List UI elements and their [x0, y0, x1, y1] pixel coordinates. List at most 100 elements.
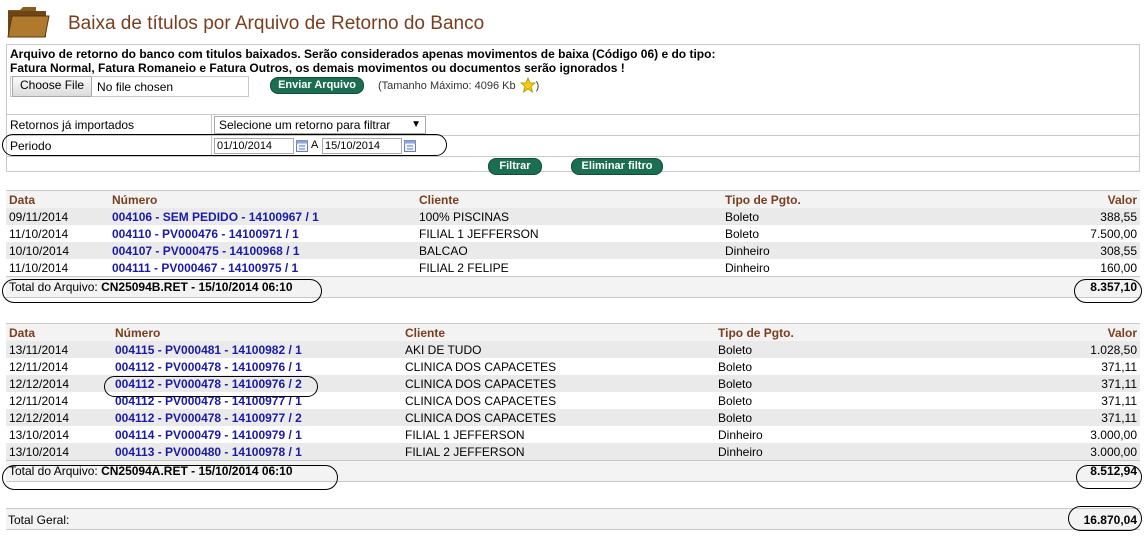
table-row: 11/10/2014 004111 - PV000467 - 14100975 … — [6, 259, 1140, 277]
file-picker[interactable]: Choose File No file chosen — [10, 76, 249, 97]
chevron-down-icon: ▼ — [411, 119, 421, 130]
total-prefix: Total do Arquivo: — [9, 464, 98, 478]
table-row: 10/10/2014 004107 - PV000475 - 14100968 … — [6, 242, 1140, 259]
returns-filter-row: Retornos já importados Selecione um reto… — [7, 114, 1139, 135]
returns-select[interactable]: Selecione um retorno para filtrar ▼ — [214, 116, 426, 134]
cell-tipo: Boleto — [715, 409, 975, 426]
cell-numero-link[interactable]: 004112 - PV000478 - 14100976 / 1 — [112, 358, 402, 375]
cell-data: 12/11/2014 — [9, 359, 69, 374]
results-file-1: Data Número Cliente Tipo de Pgto. Valor … — [6, 190, 1140, 298]
file-total-label: Total do Arquivo: CN25094B.RET - 15/10/2… — [6, 276, 982, 298]
cell-cliente: CLINICA DOS CAPACETES — [402, 409, 715, 426]
cell-cliente: CLINICA DOS CAPACETES — [402, 375, 715, 392]
send-file-button[interactable]: Enviar Arquivo — [270, 77, 364, 94]
max-size-text: (Tamanho Máximo: 4096 Kb ) — [378, 77, 539, 93]
file-total-value: 8.512,94 — [975, 460, 1140, 482]
cell-tipo: Boleto — [718, 393, 753, 408]
col-header-numero: Número — [112, 323, 402, 341]
cell-valor: 308,55 — [982, 242, 1140, 259]
col-header-valor: Valor — [975, 323, 1140, 341]
cell-cliente: CLINICA DOS CAPACETES — [405, 359, 557, 374]
col-header-valor: Valor — [982, 190, 1140, 208]
cell-cliente: 100% PISCINAS — [416, 208, 722, 225]
table-row: 12/11/2014 004112 - PV000478 - 14100977 … — [6, 392, 1140, 409]
cell-numero-link[interactable]: 004113 - PV000480 - 14100978 / 1 — [112, 443, 402, 461]
cell-cliente: FILIAL 1 JEFFERSON — [405, 427, 525, 442]
calendar-icon[interactable] — [296, 139, 308, 152]
results-table: Data Número Cliente Tipo de Pgto. Valor … — [6, 323, 1140, 482]
filter-button[interactable]: Filtrar — [488, 158, 542, 175]
table-row: 13/11/2014 004115 - PV000481 - 14100982 … — [6, 341, 1140, 358]
date-to-input[interactable]: 15/10/2014 — [322, 138, 402, 154]
filter-actions-row: Filtrar Eliminar filtro — [7, 156, 1139, 175]
cell-data: 13/10/2014 — [9, 427, 70, 442]
file-status-text: No file chosen — [97, 79, 174, 94]
clear-filter-button[interactable]: Eliminar filtro — [571, 158, 663, 175]
table-row: 13/10/2014 004114 - PV000479 - 14100979 … — [6, 426, 1140, 443]
table-row: 12/12/2014 004112 - PV000478 - 14100977 … — [6, 409, 1140, 426]
cell-valor: 3.000,00 — [1090, 427, 1137, 442]
row-divider — [211, 136, 212, 156]
col-header-cliente: Cliente — [402, 323, 715, 341]
grand-total-label: Total Geral: — [8, 513, 70, 527]
cell-cliente: BALCAO — [416, 242, 722, 259]
row-divider — [211, 115, 212, 135]
cell-numero-link[interactable]: 004106 - SEM PEDIDO - 14100967 / 1 — [109, 208, 416, 225]
table-row: 13/10/2014 004113 - PV000480 - 14100978 … — [6, 443, 1140, 461]
cell-tipo: Boleto — [722, 208, 982, 225]
col-header-data: Data — [6, 323, 112, 341]
cell-numero-link[interactable]: 004112 - PV000478 - 14100977 / 2 — [112, 409, 402, 426]
cell-tipo: Dinheiro — [725, 260, 770, 275]
cell-data: 11/10/2014 — [9, 260, 69, 275]
max-size-label: (Tamanho Máximo: 4096 Kb — [378, 80, 516, 92]
results-file-2: Data Número Cliente Tipo de Pgto. Valor … — [6, 323, 1140, 482]
col-header-data: Data — [6, 190, 109, 208]
cell-data: 09/11/2014 — [6, 208, 109, 225]
cell-tipo: Boleto — [715, 375, 975, 392]
cell-numero-link[interactable]: 004112 - PV000478 - 14100977 / 1 — [112, 392, 402, 409]
grand-total-row: Total Geral: 16.870,04 — [6, 508, 1140, 530]
table-row: 12/11/2014 004112 - PV000478 - 14100976 … — [6, 358, 1140, 375]
cell-data: 12/12/2014 — [6, 375, 112, 392]
cell-valor: 388,55 — [982, 208, 1140, 225]
file-total-value: 8.357,10 — [982, 276, 1140, 298]
table-row: 11/10/2014 004110 - PV000476 - 14100971 … — [6, 225, 1140, 242]
cell-data: 12/11/2014 — [9, 393, 69, 408]
cell-cliente: AKI DE TUDO — [402, 341, 715, 358]
returns-select-value: Selecione um retorno para filtrar — [219, 118, 391, 132]
col-header-numero: Número — [109, 190, 416, 208]
folder-icon — [7, 7, 50, 38]
cell-valor: 371,11 — [1101, 359, 1137, 374]
cell-data: 12/12/2014 — [6, 409, 112, 426]
cell-numero-link[interactable]: 004112 - PV000478 - 14100976 / 2 — [112, 375, 402, 392]
page-header: Baixa de títulos por Arquivo de Retorno … — [6, 4, 1136, 40]
cell-tipo: Boleto — [715, 341, 975, 358]
table-header-row: Data Número Cliente Tipo de Pgto. Valor — [6, 323, 1140, 341]
calendar-icon[interactable] — [404, 139, 416, 152]
table-header-row: Data Número Cliente Tipo de Pgto. Valor — [6, 190, 1140, 208]
cell-tipo: Boleto — [725, 226, 760, 241]
cell-tipo: Dinheiro — [722, 242, 982, 259]
cell-numero-link[interactable]: 004114 - PV000479 - 14100979 / 1 — [112, 426, 402, 443]
cell-tipo: Dinheiro — [718, 427, 763, 442]
cell-data: 13/10/2014 — [6, 443, 112, 461]
col-header-tipo: Tipo de Pgto. — [722, 190, 982, 208]
period-filter-row: Periodo 01/10/2014 A 15/10/2014 — [7, 135, 1139, 156]
cell-valor: 3.000,00 — [975, 443, 1140, 461]
date-from-input[interactable]: 01/10/2014 — [214, 138, 294, 154]
cell-valor: 371,11 — [975, 375, 1140, 392]
cell-numero-link[interactable]: 004110 - PV000476 - 14100971 / 1 — [109, 225, 416, 242]
cell-numero-link[interactable]: 004111 - PV000467 - 14100975 / 1 — [109, 259, 416, 277]
cell-valor: 1.028,50 — [975, 341, 1140, 358]
col-header-cliente: Cliente — [416, 190, 722, 208]
date-range-separator: A — [311, 139, 319, 151]
col-header-tipo: Tipo de Pgto. — [715, 323, 975, 341]
cell-cliente: CLINICA DOS CAPACETES — [405, 393, 557, 408]
cell-cliente: FILIAL 1 JEFFERSON — [419, 226, 539, 241]
info-text-line-1: Arquivo de retorno do banco com titulos … — [10, 47, 716, 61]
star-icon — [519, 77, 536, 93]
cell-valor: 160,00 — [1100, 260, 1137, 275]
cell-numero-link[interactable]: 004115 - PV000481 - 14100982 / 1 — [112, 341, 402, 358]
choose-file-button[interactable]: Choose File — [12, 76, 93, 97]
cell-numero-link[interactable]: 004107 - PV000475 - 14100968 / 1 — [109, 242, 416, 259]
